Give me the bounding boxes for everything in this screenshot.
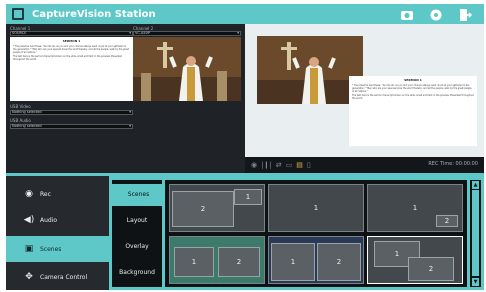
exit-icon[interactable] <box>458 7 473 21</box>
nav-audio[interactable]: ◀) Audio <box>6 208 109 232</box>
app-logo-icon <box>12 8 24 20</box>
priest-camera-image <box>257 36 363 104</box>
layout-scrollbar[interactable]: ▲ ▼ <box>470 180 481 287</box>
layout-grid: 2 1 1 1 2 1 2 1 2 1 2 <box>165 180 467 287</box>
program-camera-pip <box>257 36 363 104</box>
nav-camera-control-label: Camera Control <box>40 273 88 281</box>
layout-option[interactable]: 1 2 <box>268 236 364 284</box>
program-document-pip: SERMON 1 * The preacher said these: "Go … <box>349 76 477 146</box>
usb-video-select[interactable]: Nothing selected <box>10 110 133 115</box>
doc-title: SERMON 1 <box>404 78 422 82</box>
record-icon: ◉ <box>25 189 33 199</box>
layout-option[interactable]: 1 2 <box>367 184 463 232</box>
trash-icon[interactable]: ▯ <box>307 161 311 169</box>
layout-pane: 1 <box>313 204 319 212</box>
settings-gear-icon[interactable] <box>429 7 443 21</box>
layout-pane: 2 <box>436 215 458 227</box>
left-nav: ◉ Rec ◀) Audio ▣ Scenes ✥ Camera Control <box>6 176 109 290</box>
speaker-icon: ◀) <box>23 215 35 225</box>
layout-pane: 2 <box>172 191 234 227</box>
doc-paragraph: The text here is the sermon transcript s… <box>352 94 474 100</box>
nav-camera-control[interactable]: ✥ Camera Control <box>6 266 109 288</box>
camera-snapshot-icon[interactable] <box>400 7 414 21</box>
usb-video-label: USB Video <box>10 104 31 109</box>
camera-control-icon: ✥ <box>25 272 33 282</box>
layout-pane: 2 <box>408 257 454 281</box>
layout-pane: 1 <box>234 189 262 205</box>
nav-scenes[interactable]: ▣ Scenes <box>6 236 109 262</box>
nav-audio-label: Audio <box>40 216 58 224</box>
tab-overlay[interactable]: Overlay <box>112 236 162 258</box>
rec-time: REC Time: 00:00:00 <box>428 161 478 167</box>
tab-layout[interactable]: Layout <box>112 210 162 232</box>
doc-paragraph: * The preacher said these: "Go into all,… <box>352 84 472 93</box>
usb-audio-select[interactable]: Nothing selected <box>10 124 133 129</box>
doc-paragraph: * The preacher said these: "Go into all,… <box>13 45 129 54</box>
app-title: CaptureVision Station <box>32 8 156 20</box>
channel-2-source-select[interactable]: VC-A50P <box>133 31 241 36</box>
usb-audio-label: USB Audio <box>10 118 31 123</box>
transport-controls: ◉ |❙| ⇄ ▭ ▤ ▯ REC Time: 00:00:00 <box>245 157 484 173</box>
scenes-icon: ▣ <box>24 244 34 254</box>
layout-option-selected[interactable]: 1 2 <box>367 236 463 284</box>
audio-meter-icon: |❙| <box>261 161 272 169</box>
app-header: CaptureVision Station <box>6 4 484 24</box>
layout-pane: 2 <box>218 247 260 277</box>
layout-pane: 1 <box>271 243 315 281</box>
scroll-track[interactable] <box>472 190 479 276</box>
layout-option[interactable]: 2 1 <box>169 184 265 232</box>
layout-pane: 1 <box>174 247 214 277</box>
layout-option[interactable]: 1 <box>268 184 364 232</box>
channel-1-preview: SERMON 1 * The preacher said these: "Go … <box>10 37 133 101</box>
nav-scenes-label: Scenes <box>40 245 62 253</box>
nav-rec[interactable]: ◉ Rec <box>6 184 109 204</box>
doc-paragraph: The text here is the sermon transcript s… <box>13 55 122 61</box>
doc-title: SERMON 1 <box>62 39 81 43</box>
scroll-up-icon[interactable]: ▲ <box>472 181 479 189</box>
video-icon[interactable]: ▭ <box>286 161 293 169</box>
layout-pane: 2 <box>317 243 361 281</box>
priest-camera-image <box>133 37 241 101</box>
skip-icon[interactable]: ⇄ <box>276 161 282 169</box>
layout-option[interactable]: 1 2 <box>169 236 265 284</box>
nav-rec-label: Rec <box>40 190 51 198</box>
app-window: CaptureVision Station Channel 1 SOURCE S… <box>6 4 484 290</box>
storage-icon: ▤ <box>296 161 303 169</box>
scene-tabs: Scenes Layout Overlay Background <box>112 180 165 287</box>
program-output: SERMON 1 * The preacher said these: "Go … <box>245 24 484 157</box>
channel-2-preview <box>133 37 241 101</box>
tab-scenes[interactable]: Scenes <box>112 184 165 206</box>
record-button-icon[interactable]: ◉ <box>251 161 257 169</box>
channel-1-source-select[interactable]: SOURCE <box>10 31 133 36</box>
tab-background[interactable]: Background <box>112 262 162 284</box>
scroll-down-icon[interactable]: ▼ <box>472 278 479 286</box>
